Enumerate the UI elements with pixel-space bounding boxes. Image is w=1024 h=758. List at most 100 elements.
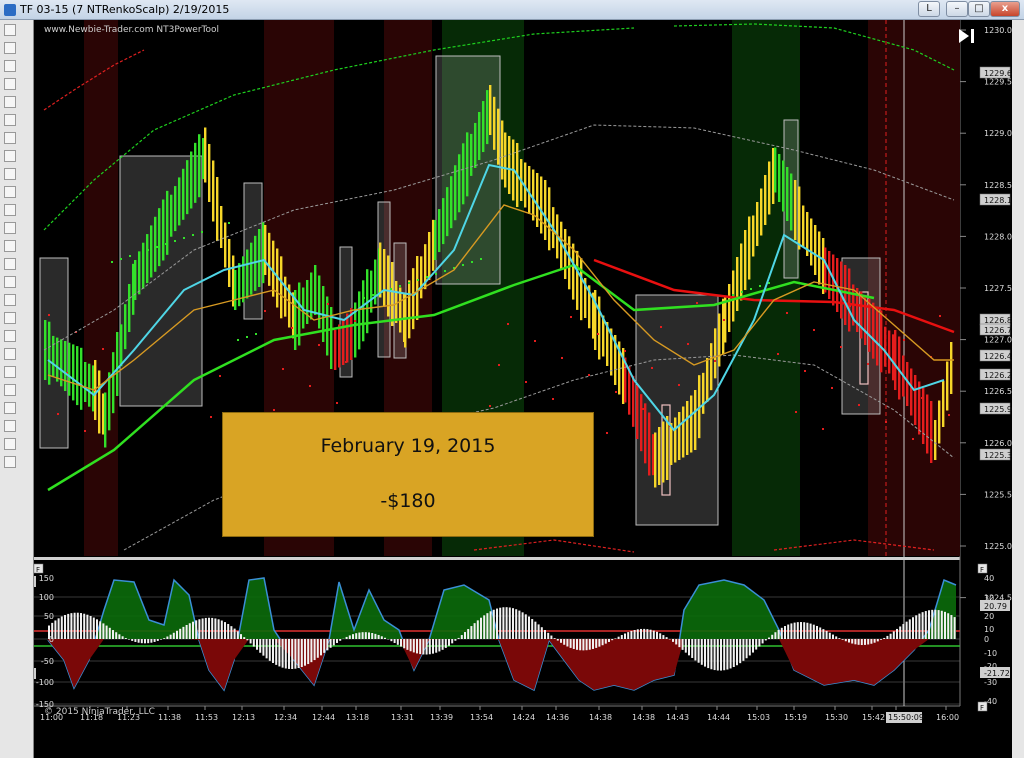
price-bar	[108, 372, 111, 431]
price-bar	[306, 280, 309, 324]
price-tag-label: 1226.2	[984, 371, 1012, 380]
time-label: 14:36	[546, 713, 569, 722]
price-bar	[234, 270, 237, 310]
price-tag-label: 1226.7	[984, 326, 1012, 335]
price-bar	[362, 280, 365, 342]
toolbar-strip	[0, 20, 34, 758]
price-bar	[714, 328, 717, 379]
osc-histogram-bar	[476, 620, 479, 639]
price-bar	[428, 232, 431, 280]
toolbar-button[interactable]	[4, 366, 16, 378]
toolbar-button[interactable]	[4, 438, 16, 450]
toolbar-button[interactable]	[4, 96, 16, 108]
price-bar	[408, 280, 411, 339]
osc-histogram-bar	[508, 607, 511, 639]
osc-histogram-bar	[844, 639, 847, 642]
osc-histogram-bar	[742, 639, 745, 661]
osc-histogram-bar	[841, 639, 844, 640]
price-chart[interactable]: 1230.0 1229.5 1229.0 1228.5 1228.0 1227.5 1227…	[34, 20, 1012, 738]
price-bar	[454, 165, 457, 221]
osc-histogram-bar	[464, 632, 466, 639]
watermark-text: www.Newbie-Trader.com NT3PowerTool	[44, 25, 220, 35]
osc-histogram-bar	[649, 629, 652, 639]
toolbar-button[interactable]	[4, 24, 16, 36]
osc-histogram-bar	[755, 639, 758, 650]
osc-histogram-bar	[96, 619, 98, 639]
toolbar-button[interactable]	[4, 330, 16, 342]
stop-dot	[921, 397, 923, 399]
osc-histogram-bar	[540, 627, 543, 639]
toolbar-button[interactable]	[4, 276, 16, 288]
osc-histogram-bar	[553, 638, 556, 639]
price-bar	[690, 395, 693, 453]
osc-histogram-bar	[774, 632, 777, 639]
osc-histogram-bar	[419, 639, 422, 655]
price-bar	[186, 160, 189, 215]
toolbar-button[interactable]	[4, 78, 16, 90]
toolbar-button[interactable]	[4, 240, 16, 252]
osc-histogram-bar	[732, 639, 735, 668]
stop-dot	[372, 294, 374, 296]
price-tag-label: 1225.9	[984, 405, 1012, 414]
price-bar	[420, 256, 423, 299]
stop-dot	[804, 370, 806, 372]
toolbar-button[interactable]	[4, 312, 16, 324]
toolbar-button[interactable]	[4, 186, 16, 198]
osc-right-label: -10	[984, 649, 997, 658]
toolbar-button[interactable]	[4, 384, 16, 396]
price-tag-label: 1229.6	[984, 69, 1012, 78]
osc-histogram-bar	[249, 639, 252, 644]
osc-histogram-bar	[204, 617, 207, 639]
osc-histogram-bar	[796, 622, 799, 639]
close-button[interactable]: x	[990, 1, 1020, 17]
osc-histogram-bar	[886, 635, 889, 639]
time-label: 13:31	[391, 713, 414, 722]
osc-histogram-bar	[185, 624, 188, 639]
price-bar	[124, 304, 127, 350]
toolbar-button[interactable]	[4, 168, 16, 180]
osc-histogram-bar	[259, 639, 262, 653]
osc-histogram-bar	[604, 639, 607, 644]
layout-button[interactable]: L	[918, 1, 940, 17]
toolbar-button[interactable]	[4, 258, 16, 270]
osc-histogram-bar	[764, 639, 767, 641]
osc-histogram-bar	[656, 631, 658, 639]
osc-histogram-bar	[265, 639, 268, 659]
price-bar	[598, 296, 601, 360]
stop-dot	[318, 344, 320, 346]
maximize-button[interactable]: □	[968, 1, 990, 17]
toolbar-button[interactable]	[4, 114, 16, 126]
price-bar	[228, 239, 231, 287]
toolbar-button[interactable]	[4, 132, 16, 144]
price-bar	[190, 151, 193, 209]
price-bar	[80, 347, 83, 410]
price-bar	[150, 225, 153, 278]
minimize-button[interactable]: –	[946, 1, 968, 17]
stop-dot	[840, 346, 842, 348]
stop-dot	[363, 297, 365, 299]
skip-to-end-icon[interactable]	[958, 28, 976, 44]
toolbar-button[interactable]	[4, 60, 16, 72]
osc-left-label: 150	[39, 574, 54, 583]
osc-histogram-bar	[121, 636, 124, 639]
osc-histogram-bar	[499, 607, 502, 639]
osc-histogram-bar	[883, 637, 886, 639]
osc-histogram-bar	[300, 639, 303, 668]
stop-dot	[903, 339, 905, 341]
toolbar-button[interactable]	[4, 294, 16, 306]
toolbar-button[interactable]	[4, 222, 16, 234]
toolbar-button[interactable]	[4, 204, 16, 216]
toolbar-button[interactable]	[4, 42, 16, 54]
price-bar	[395, 281, 398, 323]
toolbar-button[interactable]	[4, 456, 16, 468]
toolbar-button[interactable]	[4, 402, 16, 414]
price-tick-label: 1228.0	[984, 232, 1012, 241]
toolbar-button[interactable]	[4, 420, 16, 432]
toolbar-button[interactable]	[4, 348, 16, 360]
toolbar-button[interactable]	[4, 150, 16, 162]
osc-histogram-bar	[236, 631, 239, 639]
osc-right-label: -30	[984, 678, 997, 687]
price-tag-label: 1226.4	[984, 352, 1012, 361]
price-bar	[334, 330, 337, 370]
osc-histogram-bar	[89, 616, 92, 639]
